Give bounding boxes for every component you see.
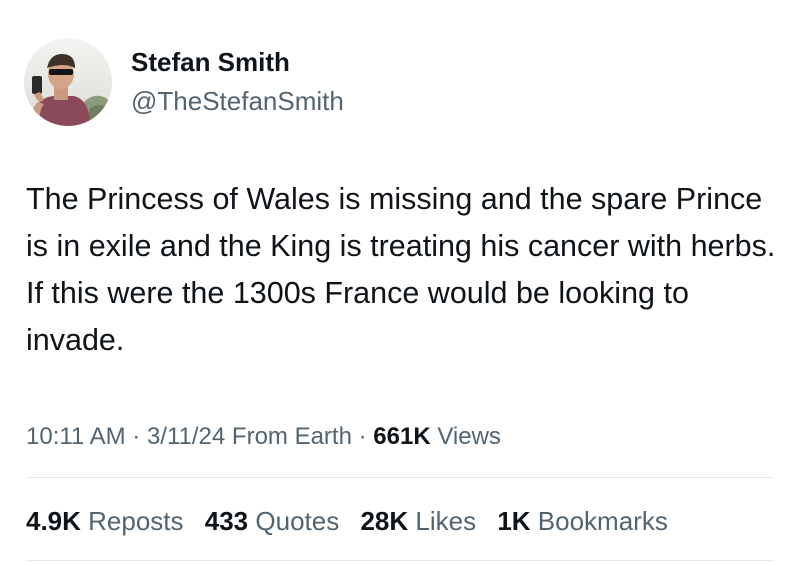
tweet-time[interactable]: 10:11 AM	[26, 423, 126, 450]
author-display-name[interactable]: Stefan Smith	[131, 44, 290, 80]
meta-separator: ·	[125, 423, 147, 450]
author-handle[interactable]: @TheStefanSmith	[131, 84, 344, 118]
bookmarks-label: Bookmarks	[530, 506, 668, 536]
quotes-stat[interactable]: 433 Quotes	[205, 506, 339, 536]
bookmarks-count: 1K	[497, 506, 531, 536]
likes-stat[interactable]: 28K Likes	[360, 506, 476, 536]
tweet-text: The Princess of Wales is missing and the…	[26, 182, 776, 357]
tweet-date[interactable]: 3/11/24	[147, 423, 225, 450]
quotes-label: Quotes	[248, 506, 340, 536]
divider	[26, 560, 774, 561]
likes-label: Likes	[408, 506, 477, 536]
profile-photo-icon	[24, 38, 112, 126]
reposts-count: 4.9K	[26, 506, 81, 536]
tweet-source: From Earth	[225, 423, 352, 450]
engagement-stats: 4.9K Reposts 433 Quotes 28K Likes 1K Boo…	[26, 503, 668, 539]
divider	[26, 477, 774, 478]
avatar[interactable]	[24, 38, 112, 126]
likes-count: 28K	[360, 506, 409, 536]
reposts-stat[interactable]: 4.9K Reposts	[26, 506, 184, 536]
tweet-card: Stefan Smith @TheStefanSmith The Princes…	[0, 0, 800, 566]
views-label[interactable]: Views	[431, 423, 501, 450]
reposts-label: Reposts	[80, 506, 184, 536]
tweet-meta: 10:11 AM · 3/11/24 From Earth · 661K Vie…	[26, 420, 501, 454]
quotes-count: 433	[204, 506, 249, 536]
meta-separator: ·	[351, 423, 374, 450]
views-count[interactable]: 661K	[373, 423, 430, 450]
bookmarks-stat[interactable]: 1K Bookmarks	[497, 506, 668, 536]
